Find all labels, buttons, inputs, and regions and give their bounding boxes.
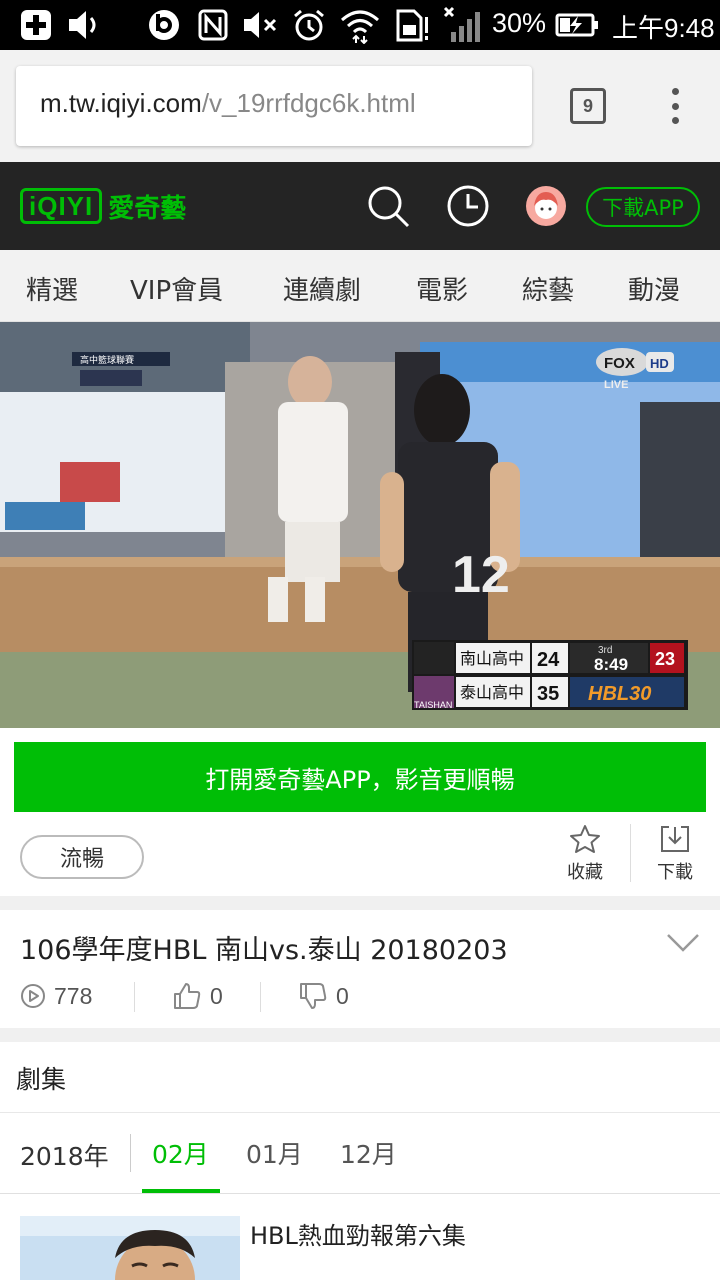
add-icon xyxy=(18,6,54,44)
menu-dot-icon xyxy=(671,117,679,124)
action-divider xyxy=(630,824,631,882)
category-drama[interactable]: 連續劇 xyxy=(283,270,361,307)
thumbs-down-icon xyxy=(300,983,327,1009)
team1-score: 24 xyxy=(537,649,560,671)
favorite-button[interactable]: 收藏 xyxy=(550,824,620,886)
stat-divider xyxy=(260,982,261,1012)
game-clock: 8:49 xyxy=(594,655,628,674)
episodes-section-title: 劇集 xyxy=(16,1065,67,1094)
logo-mark: iQIYI xyxy=(20,188,103,224)
favorite-label: 收藏 xyxy=(567,862,603,883)
category-featured[interactable]: 精選 xyxy=(26,270,78,307)
year-label: 2018年 xyxy=(20,1142,109,1171)
browser-toolbar: m.tw.iqiyi.com/v_19rrfdgc6k.html 9 xyxy=(0,50,720,162)
url-path: /v_19rrfdgc6k.html xyxy=(201,88,416,118)
wifi-icon xyxy=(338,6,382,44)
page: 30% 上午9:48 m.tw.iqiyi.com/v_19rrfdgc6k.h… xyxy=(0,0,720,1280)
divider xyxy=(0,1112,720,1113)
signal-icon xyxy=(440,6,484,44)
team2-score: 35 xyxy=(537,683,559,705)
star-icon xyxy=(570,825,600,853)
url-host: m.tw.iqiyi.com xyxy=(40,88,202,118)
volume-icon xyxy=(64,6,104,44)
category-movies[interactable]: 電影 xyxy=(416,270,468,307)
category-anime[interactable]: 動漫 xyxy=(628,270,680,307)
dislike-count: 0 xyxy=(336,982,349,1009)
menu-dot-icon xyxy=(671,88,679,95)
tabs-border xyxy=(0,1193,720,1194)
view-count-value: 778 xyxy=(54,982,93,1009)
battery-charging-icon xyxy=(554,6,600,44)
url-text[interactable]: m.tw.iqiyi.com/v_19rrfdgc6k.html xyxy=(40,88,416,119)
browser-menu-button[interactable] xyxy=(660,84,690,128)
stat-divider xyxy=(134,982,135,1012)
open-app-banner[interactable]: 打開愛奇藝APP，影音更順暢 xyxy=(14,742,706,812)
site-logo[interactable]: iQIYI 愛奇藝 xyxy=(20,186,186,226)
tab-month-jan[interactable]: 01月 xyxy=(246,1135,303,1171)
section-gap xyxy=(0,896,720,910)
clock: 上午9:48 xyxy=(612,13,715,43)
address-bar[interactable]: m.tw.iqiyi.com/v_19rrfdgc6k.html xyxy=(16,66,532,146)
view-count: 778 xyxy=(20,980,92,1012)
category-variety[interactable]: 綜藝 xyxy=(522,270,574,307)
episode-thumbnail-image xyxy=(20,1216,240,1280)
jersey-number: 12 xyxy=(452,546,510,604)
like-button[interactable]: 0 xyxy=(172,980,223,1012)
history-icon[interactable] xyxy=(444,182,492,230)
download-button[interactable]: 下載 xyxy=(640,824,710,886)
tab-month-feb[interactable]: 02月 xyxy=(152,1135,209,1171)
team2-short: TAISHAN xyxy=(414,700,452,710)
search-icon[interactable] xyxy=(364,182,412,230)
alarm-icon xyxy=(290,6,328,44)
menu-dot-icon xyxy=(671,102,679,110)
tab-month-dec[interactable]: 12月 xyxy=(340,1135,397,1171)
video-player[interactable]: 12 高中籃球聯賽 FOX HD LIVE TAISHAN 南山高中 泰山高中 … xyxy=(0,322,720,728)
tab-switcher-button[interactable]: 9 xyxy=(570,88,606,124)
like-count: 0 xyxy=(210,982,223,1009)
download-icon xyxy=(661,826,689,852)
section-gap xyxy=(0,1028,720,1042)
status-bar: 30% 上午9:48 xyxy=(0,0,720,50)
quality-button[interactable]: 流暢 xyxy=(20,835,144,879)
category-nav: 精選 VIP會員 連續劇 電影 綜藝 動漫 xyxy=(0,250,720,322)
battery-percent: 30% xyxy=(492,8,547,38)
avatar[interactable] xyxy=(526,186,566,230)
mute-icon xyxy=(240,6,282,44)
logo-name: 愛奇藝 xyxy=(108,193,187,224)
download-label: 下載 xyxy=(657,862,693,883)
network-logo: FOX xyxy=(604,355,635,372)
beats-icon xyxy=(146,6,182,44)
hd-badge: HD xyxy=(650,356,669,371)
episode-title[interactable]: HBL熱血勁報第六集 xyxy=(250,1216,466,1251)
team1-name: 南山高中 xyxy=(460,649,524,668)
league-logo: HBL30 xyxy=(588,683,651,705)
dislike-button[interactable]: 0 xyxy=(298,980,349,1012)
nfc-icon xyxy=(196,6,230,44)
video-frame: 12 高中籃球聯賽 FOX HD LIVE TAISHAN 南山高中 泰山高中 … xyxy=(0,322,720,728)
team2-name: 泰山高中 xyxy=(460,683,524,702)
category-vip[interactable]: VIP會員 xyxy=(130,270,223,307)
shot-clock: 23 xyxy=(655,649,675,669)
thumbs-up-icon xyxy=(174,983,201,1009)
sim-alert-icon xyxy=(392,6,432,44)
video-title: 106學年度HBL 南山vs.泰山 20180203 xyxy=(20,935,508,966)
chevron-down-icon[interactable] xyxy=(666,932,700,958)
live-badge: LIVE xyxy=(604,379,628,391)
year-divider xyxy=(130,1134,131,1172)
play-count-icon xyxy=(21,984,45,1008)
episode-thumbnail[interactable] xyxy=(20,1216,240,1280)
download-app-button[interactable]: 下載APP xyxy=(586,187,700,227)
event-label: 高中籃球聯賽 xyxy=(80,354,134,366)
